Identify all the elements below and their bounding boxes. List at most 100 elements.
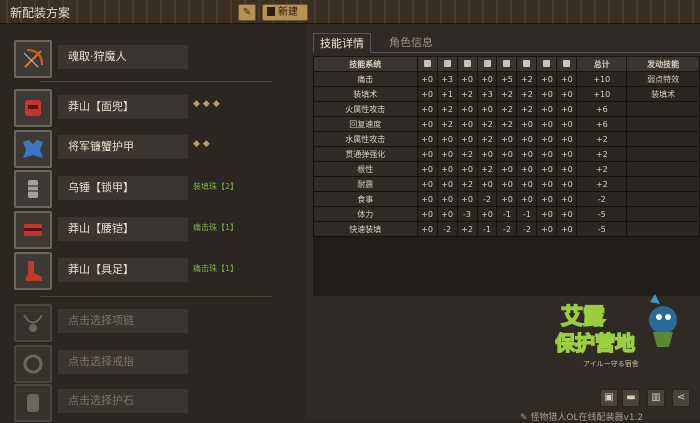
skill-value-cell: +0 xyxy=(516,131,538,147)
skill-total-cell: +10 xyxy=(576,86,628,102)
new-button[interactable]: 新建 xyxy=(262,4,308,21)
skill-value-cell: +0 xyxy=(536,191,558,207)
skill-value-cell: +0 xyxy=(416,221,438,237)
skill-value-cell: +0 xyxy=(496,176,518,192)
talisman-icon xyxy=(27,394,39,412)
helmet-icon xyxy=(25,100,41,116)
active-skill-cell xyxy=(626,221,700,237)
skill-name-cell: 装填术 xyxy=(313,86,418,102)
skill-value-cell: +1 xyxy=(436,86,458,102)
skill-name-cell: 回复速度 xyxy=(313,116,418,132)
legs-name[interactable]: 莽山【具足】 xyxy=(58,258,188,282)
skill-value-cell: +0 xyxy=(556,71,578,87)
necklace-placeholder[interactable]: 点击选择项链 xyxy=(58,309,188,333)
skill-value-cell: +0 xyxy=(456,71,478,87)
table-row: 火属性攻击 +0 +2 +0 +0 +2 +2 +0 +0 +6 xyxy=(313,101,700,117)
skill-value-cell: +0 xyxy=(416,131,438,147)
table-row: 根性 +0 +0 +0 +2 +0 +0 +0 +0 +2 xyxy=(313,161,700,177)
skill-value-cell: +0 xyxy=(456,131,478,147)
skill-value-cell: +0 xyxy=(416,176,438,192)
skill-value-cell: +0 xyxy=(556,101,578,117)
title-bar: 新配装方案 ✎ 新建 xyxy=(0,0,700,24)
table-row: 贯通弹强化 +0 +0 +2 +0 +0 +0 +0 +0 +2 xyxy=(313,146,700,162)
skill-value-cell: +0 xyxy=(536,146,558,162)
tab-character-info[interactable]: 角色信息 xyxy=(383,33,439,53)
table-row: 快速装填 +0 -2 +2 -1 -2 -2 +0 +0 -5 xyxy=(313,221,700,237)
skill-value-cell: +0 xyxy=(556,86,578,102)
talisman-placeholder[interactable]: 点击选择护石 xyxy=(58,389,188,413)
head-name[interactable]: 莽山【面兜】 xyxy=(58,95,188,119)
share-button[interactable]: ⋖ xyxy=(672,389,690,407)
skill-value-cell: +0 xyxy=(536,86,558,102)
chest-name[interactable]: 将军镰蟹护甲 xyxy=(58,135,188,159)
weapon-icon xyxy=(423,59,431,67)
chest-armor-icon xyxy=(23,140,43,158)
active-skill-cell xyxy=(626,161,700,177)
edit-button[interactable]: ✎ xyxy=(238,4,256,21)
skill-value-cell: +0 xyxy=(436,206,458,222)
head-slot[interactable] xyxy=(14,89,52,127)
skill-total-cell: +2 xyxy=(576,161,628,177)
necklace-icon xyxy=(543,59,551,67)
skill-name-cell: 食事 xyxy=(313,191,418,207)
legs-slot[interactable] xyxy=(14,252,52,290)
skills-table-area: 技能系统 总计 发动技能 痛击 +0 +3 +0 +0 +5 +2 +0 +0 +10 弱点特效 装填… xyxy=(313,56,700,296)
tab-bar: 技能详情 角色信息 xyxy=(313,33,700,53)
skill-name-cell: 快速装填 xyxy=(313,221,418,237)
delete-button[interactable]: ▥ xyxy=(647,389,665,407)
share-icon: ⋖ xyxy=(676,392,686,403)
head-jewel-slots: ◆◆◆ xyxy=(193,99,223,109)
skill-value-cell: +0 xyxy=(456,191,478,207)
weapon-slot[interactable] xyxy=(14,40,52,78)
window-title: 新配装方案 xyxy=(10,6,71,20)
active-skill-cell xyxy=(626,176,700,192)
skill-name-cell: 水属性攻击 xyxy=(313,131,418,147)
talisman-slot[interactable] xyxy=(14,384,52,422)
logo-text-2: 保护营地 xyxy=(555,331,635,355)
skill-name-cell: 体力 xyxy=(313,206,418,222)
weapon-name[interactable]: 魂取·狩魔人 xyxy=(58,45,188,69)
skill-total-cell: +2 xyxy=(576,176,628,192)
skill-value-cell: +0 xyxy=(536,206,558,222)
skill-value-cell: +3 xyxy=(476,86,498,102)
chest-slot[interactable] xyxy=(14,130,52,168)
table-row: 装填术 +0 +1 +2 +3 +2 +2 +0 +0 +10 装填术 xyxy=(313,86,700,102)
waist-slot[interactable] xyxy=(14,211,52,249)
skill-value-cell: +0 xyxy=(416,206,438,222)
header-waist-icon xyxy=(496,56,518,72)
skill-value-cell: +0 xyxy=(556,176,578,192)
table-row: 痛击 +0 +3 +0 +0 +5 +2 +0 +0 +10 弱点特效 xyxy=(313,71,700,87)
divider xyxy=(40,81,272,82)
gauntlet-icon xyxy=(483,59,491,67)
ring-placeholder[interactable]: 点击选择戒指 xyxy=(58,350,188,374)
logo-text-1: 艾露 xyxy=(561,305,606,330)
skill-value-cell: +0 xyxy=(556,116,578,132)
skill-value-cell: +0 xyxy=(496,191,518,207)
header-skill-system: 技能系统 xyxy=(313,56,418,72)
header-necklace-icon xyxy=(536,56,558,72)
arms-slot[interactable] xyxy=(14,170,52,208)
waist-name[interactable]: 莽山【腰铠】 xyxy=(58,217,188,241)
skill-value-cell: +0 xyxy=(456,101,478,117)
divider xyxy=(40,296,272,297)
skill-value-cell: +2 xyxy=(476,116,498,132)
header-head-icon xyxy=(436,56,458,72)
necklace-slot[interactable] xyxy=(14,304,52,342)
load-button[interactable]: ▬ xyxy=(622,389,640,407)
logo-subtitle: アイルー守る宿舎 xyxy=(583,359,639,368)
skill-value-cell: +0 xyxy=(416,86,438,102)
ring-icon xyxy=(23,354,43,374)
skill-total-cell: -2 xyxy=(576,191,628,207)
table-row: 水属性攻击 +0 +0 +0 +2 +0 +0 +0 +0 +2 xyxy=(313,131,700,147)
ring-slot[interactable] xyxy=(14,345,52,383)
table-row: 体力 +0 +0 -3 +0 -1 -1 +0 +0 -5 xyxy=(313,206,700,222)
folder-icon: ▬ xyxy=(626,392,636,403)
skill-value-cell: +0 xyxy=(436,161,458,177)
skill-total-cell: +6 xyxy=(576,101,628,117)
arms-name[interactable]: 乌锤【锁甲】 xyxy=(58,176,188,200)
header-ring-icon xyxy=(556,56,578,72)
skill-value-cell: +2 xyxy=(516,71,538,87)
tab-skill-details[interactable]: 技能详情 xyxy=(313,33,371,53)
skill-value-cell: +0 xyxy=(536,221,558,237)
save-button[interactable]: ▣ xyxy=(600,389,618,407)
